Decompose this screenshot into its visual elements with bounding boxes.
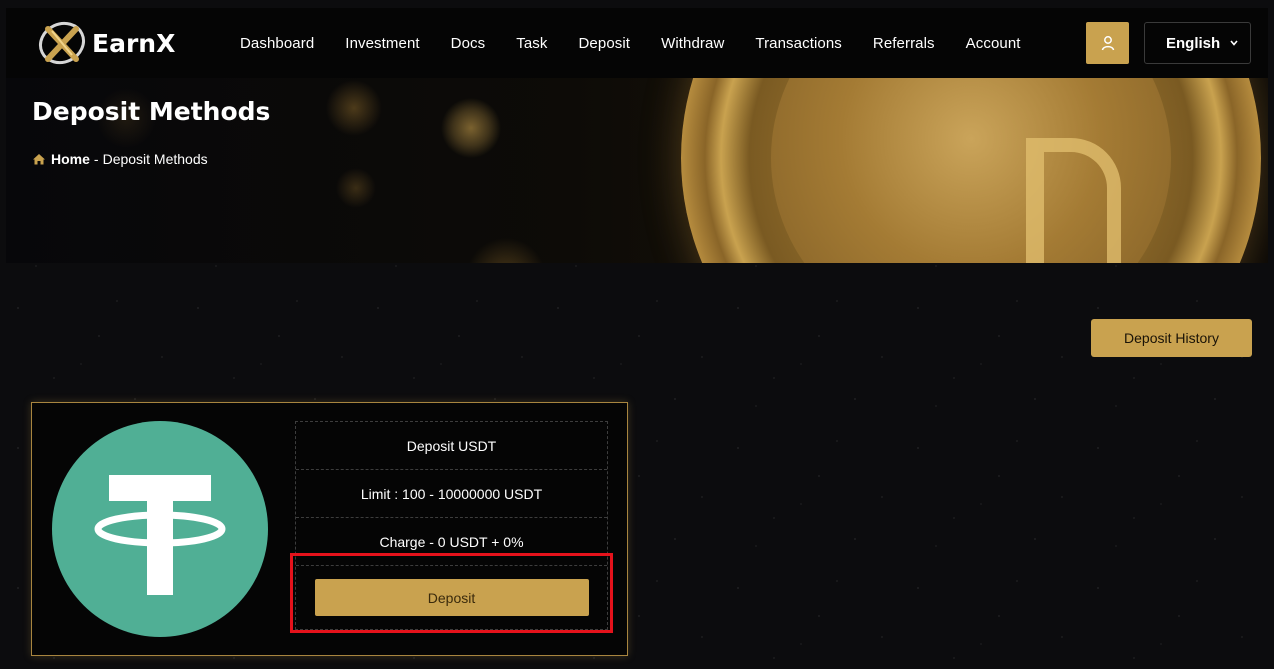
user-icon [1101, 36, 1114, 51]
brand-name: EarnX [92, 29, 175, 58]
nav-withdraw[interactable]: Withdraw [661, 35, 724, 52]
nav-deposit[interactable]: Deposit [579, 35, 631, 52]
tether-usdt-icon [52, 421, 268, 637]
method-name: Deposit USDT [296, 422, 607, 470]
nav-account[interactable]: Account [966, 35, 1021, 52]
breadcrumb-home-link[interactable]: Home [51, 151, 90, 167]
nav-docs[interactable]: Docs [451, 35, 486, 52]
method-charge: Charge - 0 USDT + 0% [296, 518, 607, 566]
page-title: Deposit Methods [32, 97, 271, 126]
method-action-row: Deposit [296, 566, 607, 629]
nav-transactions[interactable]: Transactions [755, 35, 842, 52]
page-hero: Deposit Methods Home - Deposit Methods [6, 78, 1268, 263]
breadcrumb-separator: - [93, 151, 99, 167]
bitcoin-coin-image [681, 78, 1261, 263]
language-select[interactable]: English [1144, 22, 1251, 64]
chevron-down-icon [1230, 40, 1238, 46]
nav-task[interactable]: Task [516, 35, 547, 52]
method-limit: Limit : 100 - 10000000 USDT [296, 470, 607, 518]
brand-name-prefix: Earn [92, 28, 157, 58]
method-info-table: Deposit USDT Limit : 100 - 10000000 USDT… [295, 421, 608, 630]
coin-inner [771, 78, 1171, 263]
coin-b-mark [1026, 138, 1121, 263]
deposit-button[interactable]: Deposit [314, 579, 589, 616]
top-navbar: EarnX Dashboard Investment Docs Task Dep… [6, 8, 1268, 78]
user-profile-button[interactable] [1086, 22, 1129, 64]
home-icon [33, 154, 45, 165]
earnx-logo-icon [39, 21, 85, 65]
nav-investment[interactable]: Investment [345, 35, 419, 52]
brand-name-suffix: X [156, 28, 176, 58]
language-selected: English [1166, 34, 1221, 52]
breadcrumb: Home - Deposit Methods [32, 151, 208, 167]
brand-logo[interactable]: EarnX [36, 21, 236, 65]
main-nav: Dashboard Investment Docs Task Deposit W… [240, 35, 1052, 52]
breadcrumb-current: Deposit Methods [102, 151, 208, 167]
nav-referrals[interactable]: Referrals [873, 35, 935, 52]
deposit-method-card: Deposit USDT Limit : 100 - 10000000 USDT… [31, 402, 628, 656]
nav-dashboard[interactable]: Dashboard [240, 35, 314, 52]
deposit-history-button[interactable]: Deposit History [1091, 319, 1252, 357]
